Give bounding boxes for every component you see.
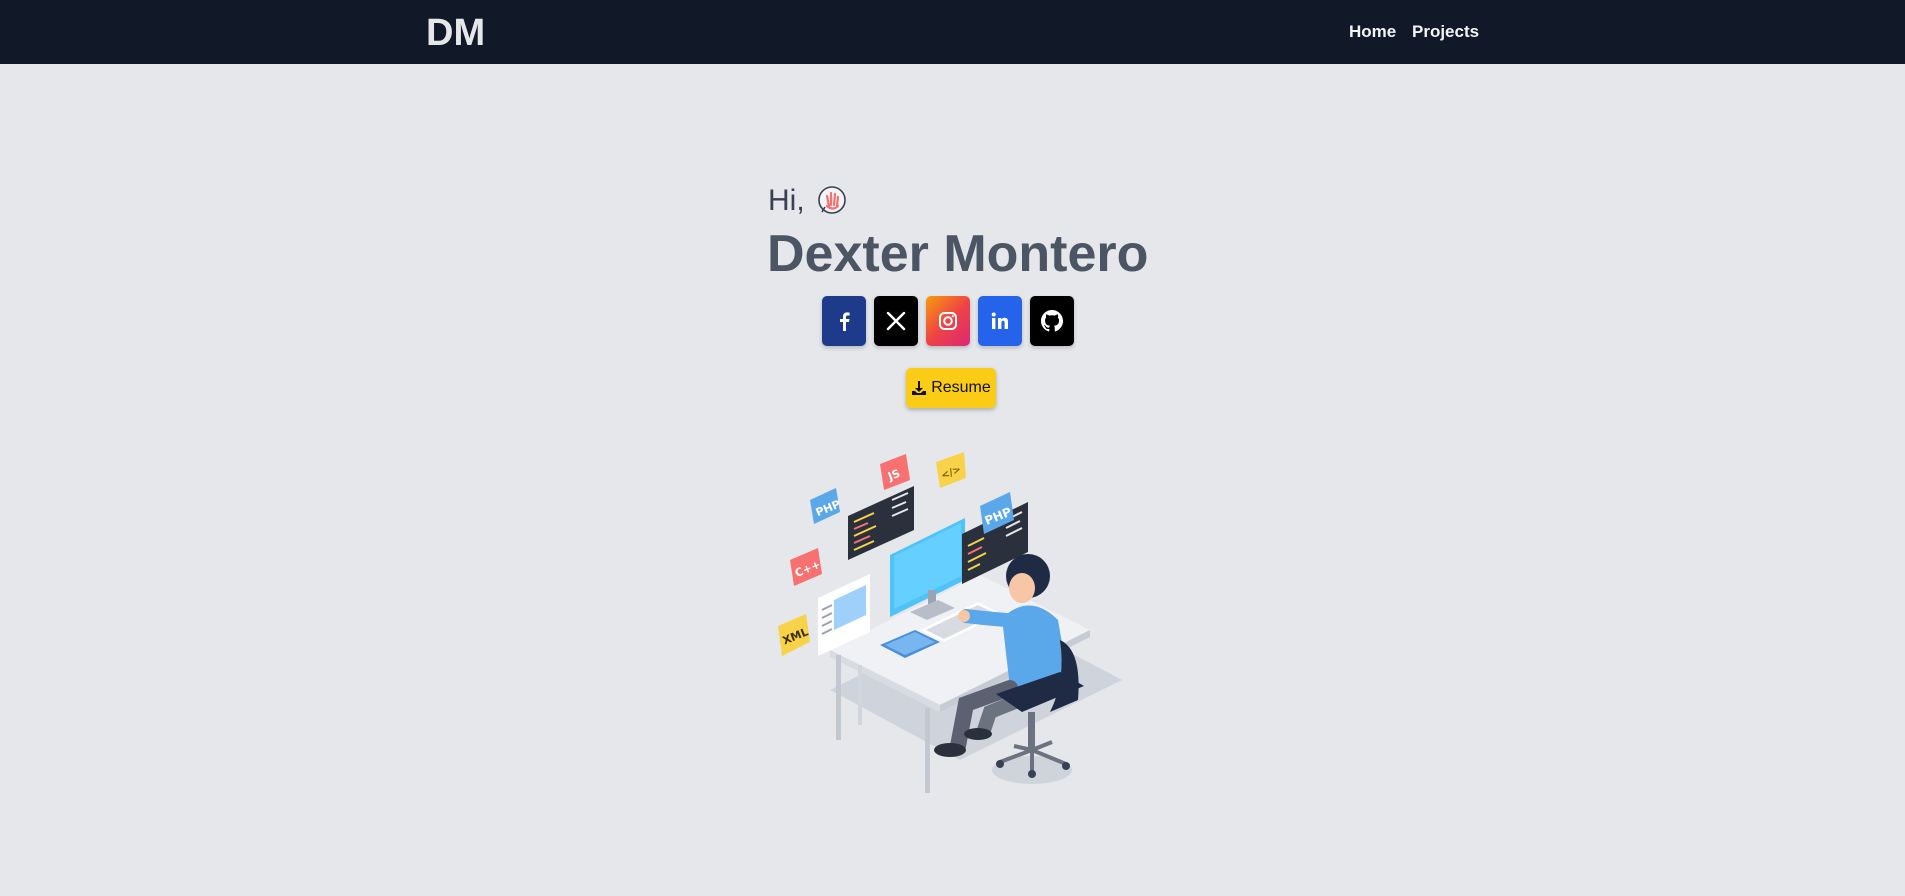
brand-logo[interactable]: DM	[426, 12, 485, 55]
nav-home-link[interactable]: Home	[1349, 22, 1396, 42]
waving-hand-icon	[815, 184, 849, 218]
github-icon	[1041, 310, 1063, 332]
resume-label: Resume	[931, 379, 991, 396]
facebook-button[interactable]	[822, 296, 866, 346]
greeting: Hi,	[768, 184, 849, 218]
x-icon	[886, 311, 906, 331]
top-navbar: DM Home Projects	[0, 0, 1905, 64]
download-icon	[912, 381, 927, 395]
instagram-icon	[939, 312, 957, 330]
social-links	[822, 296, 1074, 346]
developer-at-desk-illustration: PHP JS </> C++ XML PHP	[778, 452, 1122, 793]
linkedin-button[interactable]	[978, 296, 1022, 346]
x-button[interactable]	[874, 296, 918, 346]
linkedin-icon	[991, 312, 1008, 329]
hero-name: Dexter Montero	[767, 225, 1149, 283]
xml-tag: XML	[778, 614, 810, 656]
facebook-icon	[840, 312, 850, 331]
github-button[interactable]	[1030, 296, 1074, 346]
nav-projects-link[interactable]: Projects	[1412, 22, 1479, 42]
php-tag: PHP	[810, 488, 842, 524]
instagram-button[interactable]	[926, 296, 970, 346]
resume-download-button[interactable]: Resume	[906, 368, 996, 408]
cpp-tag: C++	[790, 548, 822, 586]
js-tag: JS	[880, 454, 910, 490]
code-tag: </>	[936, 452, 966, 488]
greeting-text: Hi,	[768, 184, 805, 217]
